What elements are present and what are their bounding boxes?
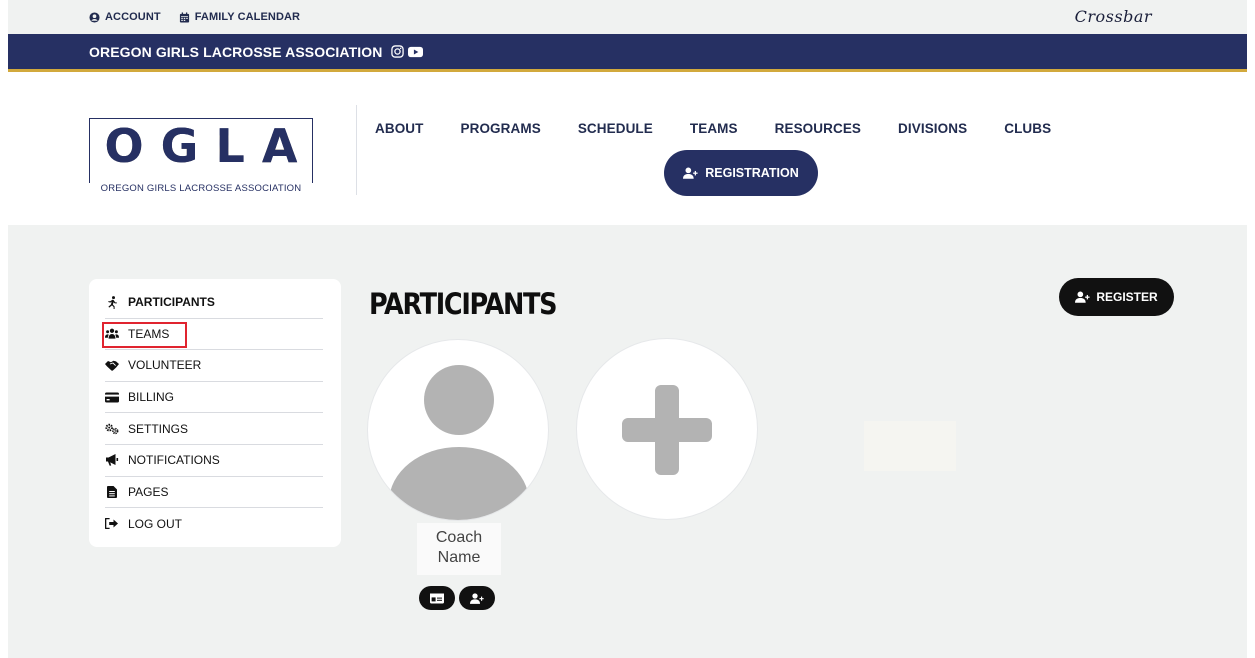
sidebar-item-settings[interactable]: SETTINGS xyxy=(105,413,323,445)
sidebar-item-volunteer[interactable]: VOLUNTEER xyxy=(105,350,323,382)
content-area: PARTICIPANTS TEAMS VOLUNTEER BILLING SET… xyxy=(8,225,1247,658)
association-name[interactable]: OREGON GIRLS LACROSSE ASSOCIATION xyxy=(89,44,382,60)
avatar-head xyxy=(424,365,494,435)
youtube-icon[interactable] xyxy=(408,46,424,58)
megaphone-icon xyxy=(105,453,119,467)
sidebar-item-label: SETTINGS xyxy=(128,421,189,436)
running-person-icon xyxy=(105,295,119,309)
nav-programs[interactable]: PROGRAMS xyxy=(461,121,541,136)
participant-name-line: Name xyxy=(437,549,481,566)
gears-icon xyxy=(105,422,119,436)
page-title: PARTICIPANTS xyxy=(369,287,557,321)
user-plus-icon xyxy=(683,167,698,179)
main-nav: ABOUT PROGRAMS SCHEDULE TEAMS RESOURCES … xyxy=(375,121,1088,136)
sidebar-item-teams[interactable]: TEAMS xyxy=(102,319,323,351)
top-utility-bar: ACCOUNT FAMILY CALENDAR Crossbar xyxy=(8,0,1247,34)
participant-avatar[interactable] xyxy=(367,339,549,521)
logo-letter: L xyxy=(215,119,245,173)
logo-letter: A xyxy=(261,119,298,173)
participant-name-line: Coach xyxy=(435,529,483,546)
participant-actions xyxy=(419,586,495,610)
sidebar-item-label: VOLUNTEER xyxy=(128,358,202,373)
account-link[interactable]: ACCOUNT xyxy=(89,11,161,23)
nav-clubs[interactable]: CLUBS xyxy=(1004,121,1051,136)
sidebar-item-label: NOTIFICATIONS xyxy=(128,453,220,468)
credit-card-icon xyxy=(105,390,119,404)
id-card-icon xyxy=(430,593,444,603)
register-label: REGISTER xyxy=(1096,290,1158,304)
nav-divisions[interactable]: DIVISIONS xyxy=(898,121,967,136)
handshake-icon xyxy=(105,358,119,372)
sidebar-item-log-out[interactable]: LOG OUT xyxy=(105,508,323,540)
participant-name: Coach Name xyxy=(417,523,501,575)
nav-about[interactable]: ABOUT xyxy=(375,121,424,136)
sidebar-item-label: PARTICIPANTS xyxy=(128,295,215,310)
nav-schedule[interactable]: SCHEDULE xyxy=(578,121,653,136)
nav-teams[interactable]: TEAMS xyxy=(690,121,738,136)
association-bar: OREGON GIRLS LACROSSE ASSOCIATION xyxy=(8,34,1247,72)
placeholder-block xyxy=(864,421,956,471)
register-button[interactable]: REGISTER xyxy=(1059,278,1174,316)
sidebar-item-label: BILLING xyxy=(128,390,175,405)
family-calendar-link[interactable]: FAMILY CALENDAR xyxy=(179,11,300,23)
plus-icon-vertical xyxy=(655,385,679,475)
header-divider xyxy=(356,105,357,195)
user-plus-icon xyxy=(1075,291,1090,303)
sidebar-item-notifications[interactable]: NOTIFICATIONS xyxy=(105,445,323,477)
account-label: ACCOUNT xyxy=(105,11,161,23)
logo-letters: O G L A xyxy=(96,119,306,173)
crossbar-logo[interactable]: Crossbar xyxy=(1075,7,1152,26)
avatar-body xyxy=(389,447,529,520)
sign-out-icon xyxy=(105,517,119,531)
social-links xyxy=(391,45,424,58)
registration-label: REGISTRATION xyxy=(705,166,799,180)
instagram-icon[interactable] xyxy=(391,45,405,58)
sidebar-item-billing[interactable]: BILLING xyxy=(105,382,323,414)
user-circle-icon xyxy=(89,11,100,23)
registration-button[interactable]: REGISTRATION xyxy=(664,150,818,196)
file-icon xyxy=(105,485,119,499)
logo-letter: O xyxy=(104,119,144,173)
sidebar-item-label: PAGES xyxy=(128,484,169,499)
user-plus-icon xyxy=(469,592,484,604)
add-user-button[interactable] xyxy=(459,586,495,610)
ogla-logo[interactable]: O G L A OREGON GIRLS LACROSSE ASSOCIATIO… xyxy=(86,118,316,194)
sidebar-item-label: LOG OUT xyxy=(128,516,183,531)
site-header: O G L A OREGON GIRLS LACROSSE ASSOCIATIO… xyxy=(8,75,1247,225)
logo-subtitle: OREGON GIRLS LACROSSE ASSOCIATION xyxy=(86,183,316,194)
nav-resources[interactable]: RESOURCES xyxy=(775,121,861,136)
calendar-icon xyxy=(179,11,189,23)
family-calendar-label: FAMILY CALENDAR xyxy=(194,11,301,23)
logo-letter: G xyxy=(160,119,199,173)
highlight-box xyxy=(102,321,187,348)
sidebar-item-participants[interactable]: PARTICIPANTS xyxy=(105,287,323,319)
account-sidebar: PARTICIPANTS TEAMS VOLUNTEER BILLING SET… xyxy=(89,279,341,547)
id-card-button[interactable] xyxy=(419,586,455,610)
sidebar-item-pages[interactable]: PAGES xyxy=(105,477,323,509)
add-participant-button[interactable] xyxy=(576,338,758,520)
